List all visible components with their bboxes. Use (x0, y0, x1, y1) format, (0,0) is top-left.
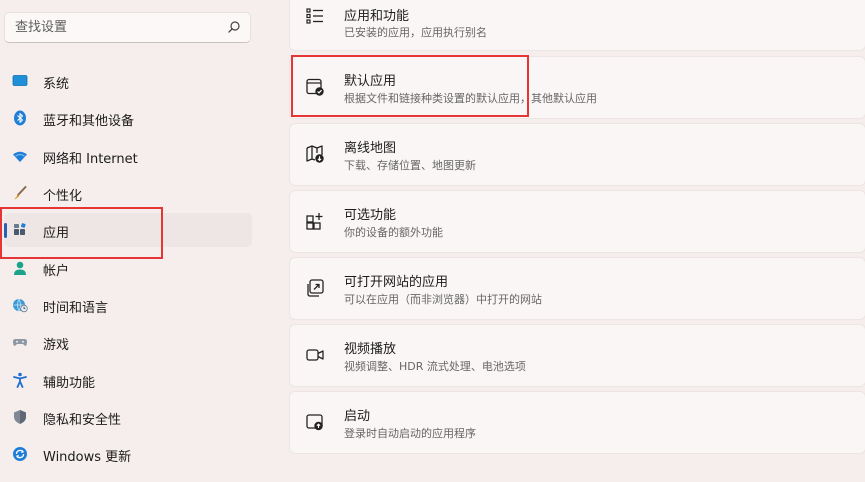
person-icon (14, 261, 26, 275)
sidebar-item-label: 辅助功能 (43, 376, 96, 391)
search-icon[interactable] (227, 20, 241, 34)
card-subtitle: 已安装的应用，应用执行别名 (344, 26, 487, 39)
monitor-icon (12, 75, 28, 86)
card-title: 默认应用 (344, 74, 397, 89)
sidebar-item-accounts[interactable]: 帐户 (4, 251, 252, 285)
apps-icon (14, 223, 26, 235)
card-subtitle: 下载、存储位置、地图更新 (344, 159, 476, 172)
sidebar-item-windows-update[interactable]: Windows 更新 (4, 437, 252, 471)
sidebar-item-label: 网络和 Internet (43, 152, 138, 167)
selection-indicator (4, 223, 7, 238)
card-apps-for-websites[interactable]: 可打开网站的应用 可以在应用（而非浏览器）中打开的网站 (290, 258, 865, 319)
sidebar-item-label: 隐私和安全性 (43, 413, 122, 428)
search-input[interactable] (5, 13, 215, 42)
offline-map-icon (306, 145, 324, 163)
card-title: 应用和功能 (344, 9, 410, 24)
card-subtitle: 你的设备的额外功能 (344, 226, 443, 239)
card-offline-maps[interactable]: 离线地图 下载、存储位置、地图更新 (290, 124, 865, 185)
card-title: 离线地图 (344, 141, 397, 156)
card-subtitle: 根据文件和链接种类设置的默认应用，其他默认应用 (344, 92, 597, 105)
card-default-apps[interactable]: 默认应用 根据文件和链接种类设置的默认应用，其他默认应用 (290, 57, 865, 118)
accessibility-icon (13, 372, 27, 388)
website-apps-icon (307, 279, 324, 297)
sidebar-item-label: 游戏 (43, 338, 70, 353)
startup-icon (306, 414, 323, 431)
sidebar-item-label: 个性化 (43, 189, 83, 204)
optional-features-icon (306, 213, 323, 230)
card-subtitle: 登录时自动启动的应用程序 (344, 427, 476, 440)
wifi-icon (13, 151, 27, 162)
update-icon (13, 447, 27, 461)
gamepad-icon (13, 339, 27, 346)
sidebar-item-personalization[interactable]: 个性化 (4, 176, 252, 210)
sidebar-item-label: 系统 (43, 77, 70, 92)
sidebar-item-time-language[interactable]: 时间和语言 (4, 288, 252, 322)
sidebar-item-privacy[interactable]: 隐私和安全性 (4, 400, 252, 434)
sidebar-item-label: 帐户 (43, 264, 70, 279)
card-apps-features[interactable]: 应用和功能 已安装的应用，应用执行别名 (290, 0, 865, 50)
card-title: 可打开网站的应用 (344, 275, 449, 290)
card-title: 视频播放 (344, 342, 397, 357)
shield-icon (14, 410, 26, 424)
list-icon (306, 8, 323, 24)
bluetooth-icon (14, 110, 26, 126)
apps-settings-list: 应用和功能 已安装的应用，应用执行别名 默认应用 根据文件和链接种类设置的默认应… (290, 0, 865, 482)
card-video-playback[interactable]: 视频播放 视频调整、HDR 流式处理、电池选项 (290, 325, 865, 386)
sidebar-item-label: 时间和语言 (43, 301, 109, 316)
card-title: 启动 (344, 409, 371, 424)
sidebar-item-accessibility[interactable]: 辅助功能 (4, 363, 252, 397)
search-box[interactable] (4, 12, 251, 43)
card-title: 可选功能 (344, 208, 397, 223)
card-startup[interactable]: 启动 登录时自动启动的应用程序 (290, 392, 865, 453)
card-optional-features[interactable]: 可选功能 你的设备的额外功能 (290, 191, 865, 252)
settings-window: 系统 蓝牙和其他设备 网络和 Internet (0, 0, 865, 482)
globe-clock-icon (13, 298, 28, 313)
brush-icon (14, 186, 27, 200)
sidebar-item-network[interactable]: 网络和 Internet (4, 139, 252, 173)
sidebar-item-label: 应用 (43, 226, 70, 241)
card-subtitle: 可以在应用（而非浏览器）中打开的网站 (344, 293, 542, 306)
sidebar-item-gaming[interactable]: 游戏 (4, 325, 252, 359)
sidebar-item-bluetooth[interactable]: 蓝牙和其他设备 (4, 101, 252, 135)
sidebar: 系统 蓝牙和其他设备 网络和 Internet (0, 0, 270, 482)
sidebar-item-label: Windows 更新 (43, 450, 132, 465)
card-subtitle: 视频调整、HDR 流式处理、电池选项 (344, 360, 526, 373)
default-apps-icon (306, 78, 324, 96)
sidebar-item-label: 蓝牙和其他设备 (43, 114, 135, 129)
video-icon (306, 349, 324, 361)
sidebar-item-system[interactable]: 系统 (4, 64, 252, 98)
sidebar-item-apps[interactable]: 应用 (4, 213, 252, 247)
